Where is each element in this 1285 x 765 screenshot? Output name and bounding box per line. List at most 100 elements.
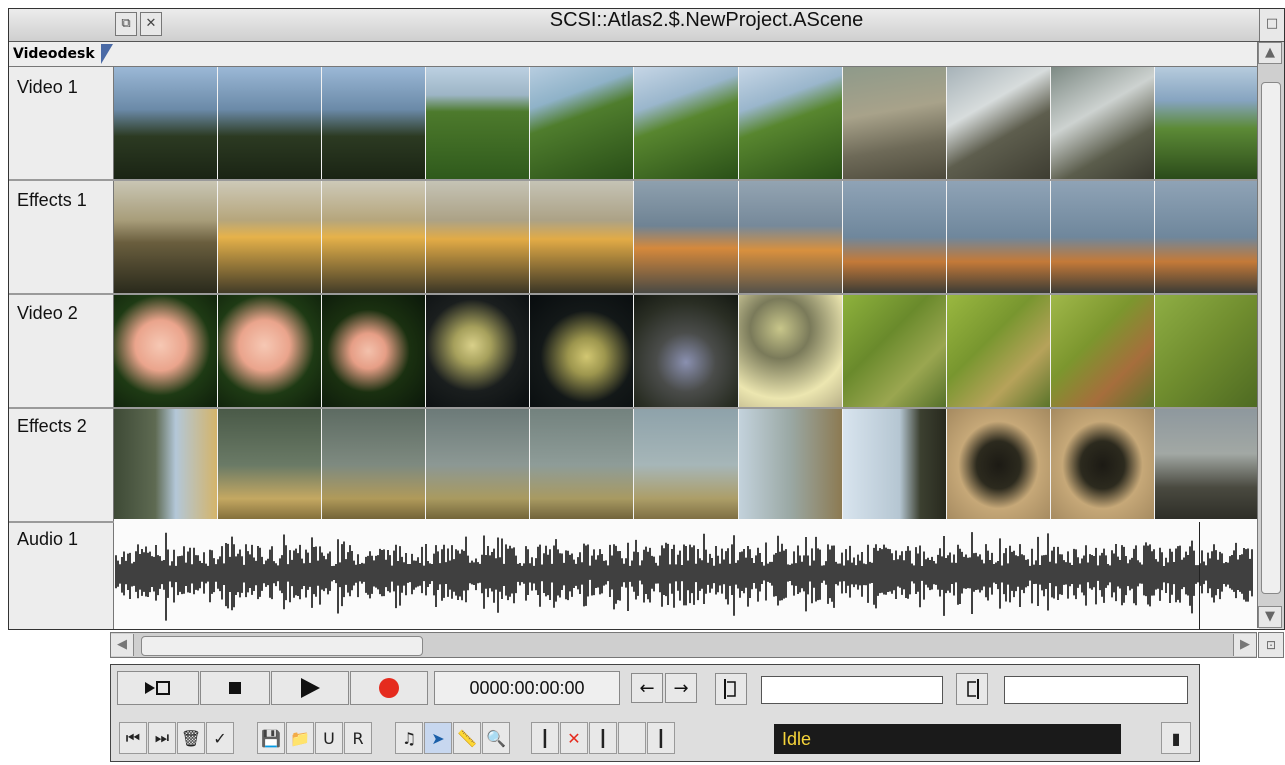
vertical-scrollbar[interactable]: ▲ ▼: [1257, 42, 1284, 628]
skip-back-icon: ⏮: [125, 728, 141, 747]
select-tool-button[interactable]: ➤: [424, 722, 452, 754]
clip-frame: [218, 295, 322, 407]
track-label-audio-1: Audio 1: [17, 529, 79, 549]
save-button[interactable]: 💾: [257, 722, 285, 754]
clip-frame: [114, 181, 218, 293]
close-icon[interactable]: ✕: [140, 12, 162, 36]
scroll-left-icon[interactable]: ◀: [111, 634, 134, 656]
clip-frame: [114, 409, 218, 521]
record-button[interactable]: [350, 671, 428, 705]
clip-frame: [322, 181, 426, 293]
meter-button[interactable]: ▮: [1161, 722, 1191, 754]
split-button[interactable]: ┃: [589, 722, 617, 754]
scroll-right-icon[interactable]: ▶: [1233, 634, 1256, 656]
undo-u-icon: U: [323, 728, 335, 748]
track-label-column: Video 1 Effects 1 Video 2 Effects 2 Audi…: [9, 67, 114, 629]
blank-tool-button[interactable]: [618, 722, 646, 754]
clip-frame: [738, 181, 842, 293]
clip-frame: [738, 409, 842, 521]
clip-frame: [1154, 295, 1259, 407]
clip-frame: [114, 67, 218, 179]
track-effects-1-clips[interactable]: [114, 181, 1259, 293]
meter-icon: ▮: [1171, 728, 1181, 748]
go-to-start-button[interactable]: ⏮: [119, 722, 147, 754]
clip-frame: [946, 295, 1050, 407]
horizontal-scroll-thumb[interactable]: [141, 636, 423, 656]
clip-frame: [530, 295, 634, 407]
window-resize-icon[interactable]: ⊡: [1258, 632, 1284, 658]
track-video-1-clips[interactable]: [114, 67, 1259, 179]
clip-frame: [322, 409, 426, 521]
play-selection-icon: [145, 681, 170, 695]
clip-frame: [634, 181, 738, 293]
go-to-end-button[interactable]: ⏭: [148, 722, 176, 754]
toolbar-row: Videodesk: [9, 42, 1259, 67]
out-point-field[interactable]: [1004, 676, 1188, 704]
clip-frame: [426, 409, 530, 521]
clip-frame: [842, 181, 946, 293]
track-label-effects-2: Effects 2: [17, 416, 87, 436]
nudge-right-button[interactable]: →: [665, 673, 697, 703]
ruler-tool-button[interactable]: 📏: [453, 722, 481, 754]
clip-frame: [946, 67, 1050, 179]
horizontal-scrollbar[interactable]: ◀ ▶: [110, 632, 1257, 658]
track-audio-1-waveform[interactable]: [114, 519, 1259, 629]
stop-button[interactable]: [200, 671, 270, 705]
track-effects-2-clips[interactable]: [114, 409, 1259, 521]
clip-frame: [1154, 409, 1259, 521]
nudge-left-button[interactable]: ←: [631, 673, 663, 703]
confirm-button[interactable]: ✓: [206, 722, 234, 754]
marker-button[interactable]: ┃: [531, 722, 559, 754]
clip-frame: [946, 181, 1050, 293]
videodesk-tab[interactable]: Videodesk: [13, 44, 113, 64]
marker-right-button[interactable]: ┃: [647, 722, 675, 754]
magnifier-icon: 🔍: [486, 728, 506, 748]
in-point-field[interactable]: [761, 676, 943, 704]
remove-marker-button[interactable]: ✕: [560, 722, 588, 754]
record-icon: [379, 678, 399, 698]
set-out-point-button[interactable]: [956, 673, 988, 705]
playhead-marker[interactable]: [1199, 522, 1200, 629]
checkmark-icon: ✓: [213, 728, 227, 748]
open-button[interactable]: 📁: [286, 722, 314, 754]
ruler-icon: 📏: [457, 728, 477, 748]
play-button[interactable]: [271, 671, 349, 705]
clip-frame: [842, 295, 946, 407]
clip-frame: [738, 295, 842, 407]
title-bar[interactable]: ⧉ ✕ SCSI::Atlas2.$.NewProject.AScene □: [9, 9, 1284, 42]
clip-frame: [218, 409, 322, 521]
zoom-tool-button[interactable]: 🔍: [482, 722, 510, 754]
pointer-icon: ➤: [431, 728, 445, 748]
clip-frame: [530, 409, 634, 521]
track-video-2-clips[interactable]: [114, 295, 1259, 407]
timeline-area[interactable]: [9, 67, 1259, 629]
clip-frame: [634, 67, 738, 179]
clip-frame: [322, 67, 426, 179]
marker-icon: ┃: [540, 728, 550, 748]
scroll-down-icon[interactable]: ▼: [1258, 606, 1282, 628]
set-in-point-button[interactable]: [715, 673, 747, 705]
clip-frame: [634, 409, 738, 521]
vertical-scroll-thumb[interactable]: [1261, 82, 1281, 594]
toggle-size-icon[interactable]: □: [1259, 9, 1284, 41]
arrow-right-icon: →: [673, 677, 689, 699]
music-note-icon: ♫: [401, 728, 417, 748]
window-title: SCSI::Atlas2.$.NewProject.AScene: [549, 9, 864, 31]
undo-button[interactable]: U: [315, 722, 343, 754]
clip-frame: [1050, 295, 1154, 407]
clip-frame: [426, 295, 530, 407]
clip-frame: [1154, 67, 1259, 179]
clip-frame: [1050, 181, 1154, 293]
clip-frame: [1050, 409, 1154, 521]
out-point-icon: [967, 679, 979, 699]
redo-button[interactable]: R: [344, 722, 372, 754]
split-icon: ┃: [598, 728, 608, 748]
clip-frame: [530, 67, 634, 179]
delete-button[interactable]: 🗑: [177, 722, 205, 754]
audio-tool-button[interactable]: ♫: [395, 722, 423, 754]
arrow-left-icon: ←: [639, 677, 655, 699]
track-label-video-1: Video 1: [17, 77, 78, 97]
scroll-up-icon[interactable]: ▲: [1258, 42, 1282, 64]
play-selection-button[interactable]: [117, 671, 199, 705]
back-icon[interactable]: ⧉: [115, 12, 137, 36]
